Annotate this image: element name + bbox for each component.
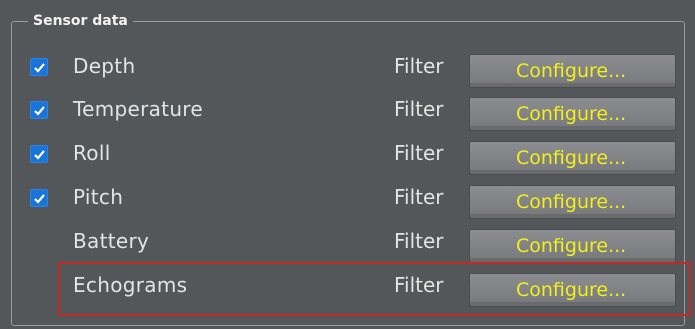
sensor-row-echograms: Echograms Filter Configure... [0, 263, 695, 307]
sensor-data-panel: Sensor data Depth Filter Configure... Te… [0, 0, 695, 329]
checkmark-icon [34, 106, 45, 116]
roll-checkbox[interactable] [30, 145, 48, 163]
sensor-row-temperature: Temperature Filter Configure... [0, 87, 695, 131]
filter-label: Filter [394, 141, 444, 165]
sensor-label: Temperature [73, 97, 203, 121]
configure-button-roll[interactable]: Configure... [469, 141, 676, 175]
configure-button-depth[interactable]: Configure... [469, 54, 676, 88]
filter-label: Filter [394, 229, 444, 253]
sensor-row-pitch: Pitch Filter Configure... [0, 175, 695, 219]
sensor-row-roll: Roll Filter Configure... [0, 131, 695, 175]
checkmark-icon [34, 194, 45, 204]
sensor-label: Battery [73, 229, 150, 253]
checkmark-icon [34, 63, 45, 73]
sensor-label: Roll [73, 141, 111, 165]
filter-label: Filter [394, 97, 444, 121]
configure-button-pitch[interactable]: Configure... [469, 185, 676, 219]
filter-label: Filter [394, 273, 444, 297]
group-title: Sensor data [28, 13, 133, 29]
filter-label: Filter [394, 185, 444, 209]
configure-button-temperature[interactable]: Configure... [469, 97, 676, 131]
checkmark-icon [34, 150, 45, 160]
sensor-label: Echograms [73, 273, 188, 297]
configure-button-echograms[interactable]: Configure... [469, 273, 676, 307]
sensor-label: Depth [73, 54, 136, 78]
depth-checkbox[interactable] [30, 58, 48, 76]
filter-label: Filter [394, 54, 444, 78]
sensor-label: Pitch [73, 185, 124, 209]
sensor-row-battery: Battery Filter Configure... [0, 219, 695, 263]
configure-button-battery[interactable]: Configure... [469, 229, 676, 263]
temperature-checkbox[interactable] [30, 101, 48, 119]
pitch-checkbox[interactable] [30, 189, 48, 207]
sensor-row-depth: Depth Filter Configure... [0, 44, 695, 88]
